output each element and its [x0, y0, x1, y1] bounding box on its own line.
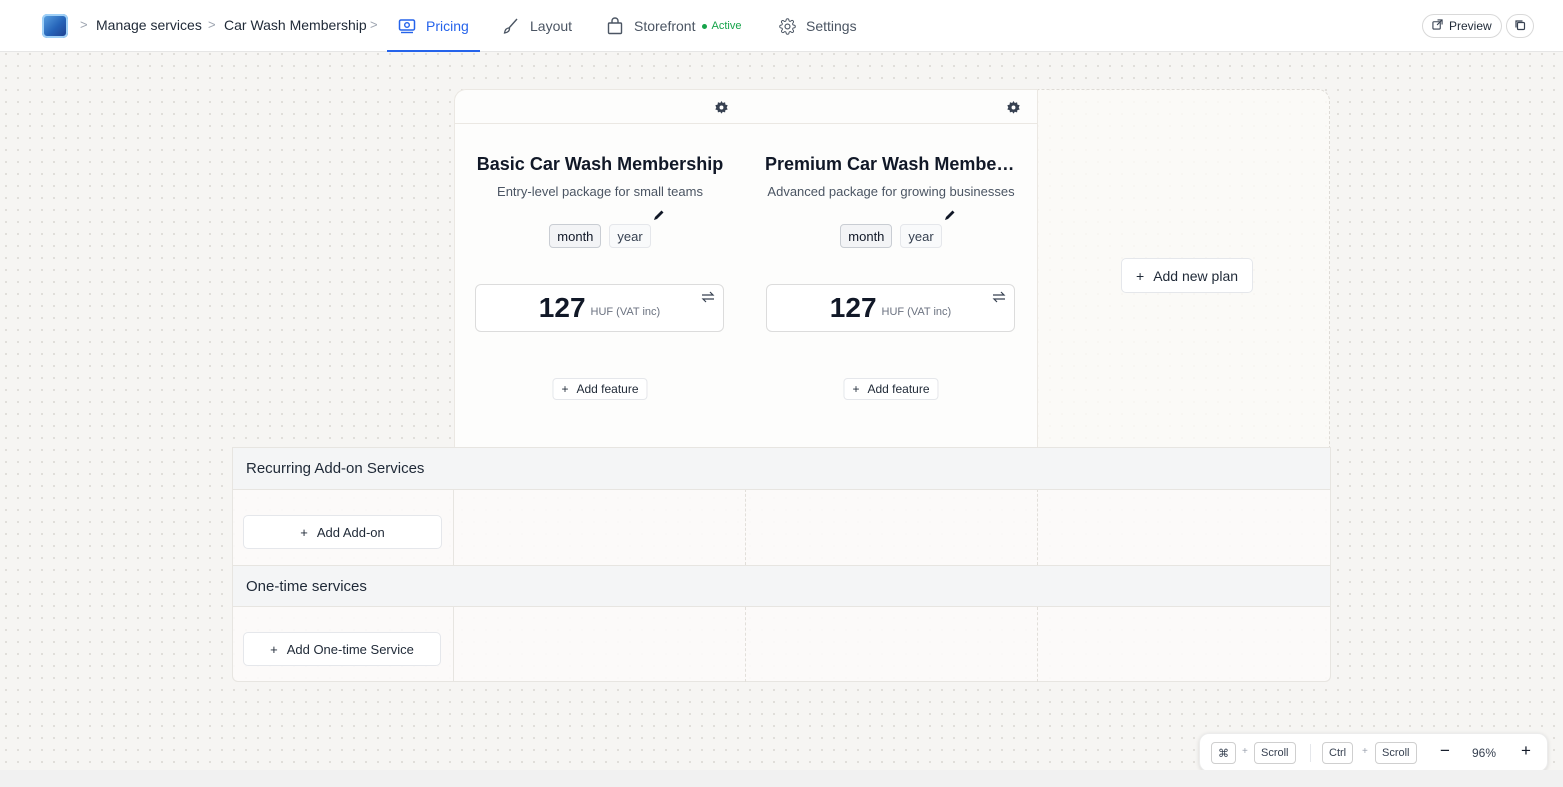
- plan-title[interactable]: Premium Car Wash Member...: [745, 154, 1037, 175]
- breadcrumb-manage-services[interactable]: Manage services: [96, 17, 202, 33]
- key-plus: +: [1362, 746, 1368, 757]
- add-feature-button[interactable]: + Add feature: [843, 378, 939, 400]
- bag-icon: [606, 17, 624, 35]
- price-value: 127: [538, 292, 586, 323]
- breadcrumb-chevron-icon: >: [208, 17, 216, 32]
- add-one-time-service-label: Add One-time Service: [286, 641, 414, 657]
- section-title: One-time services: [246, 577, 367, 595]
- edit-pencil-icon[interactable]: [944, 208, 956, 220]
- tab-label: Storefront: [634, 18, 696, 34]
- edit-pencil-icon[interactable]: [653, 208, 665, 220]
- preview-label: Preview: [1449, 19, 1492, 33]
- key-plus: +: [1242, 746, 1248, 757]
- price-unit: HUF (VAT inc): [881, 306, 952, 318]
- tab-pricing[interactable]: Pricing: [387, 0, 480, 52]
- period-month-option[interactable]: month: [840, 224, 893, 248]
- preview-button[interactable]: Preview: [1422, 14, 1502, 38]
- tab-storefront[interactable]: Storefront Active: [606, 0, 741, 52]
- breadcrumb-car-wash-membership[interactable]: Car Wash Membership: [224, 17, 367, 33]
- plus-icon: +: [270, 641, 278, 657]
- plan-settings-gear-icon[interactable]: [1005, 99, 1021, 115]
- plus-icon: +: [561, 382, 569, 396]
- scroll-key: Scroll: [1254, 742, 1296, 764]
- add-new-plan-label: Add new plan: [1153, 267, 1239, 284]
- zoom-in-button[interactable]: +: [1517, 741, 1535, 761]
- billing-period-toggle: month year: [455, 224, 745, 248]
- plan-title[interactable]: Basic Car Wash Membership: [455, 154, 745, 175]
- tab-label: Settings: [806, 18, 857, 34]
- price-value: 127: [829, 292, 877, 323]
- section-header-one-time-services: One-time services: [233, 565, 1330, 607]
- plan-settings-gear-icon[interactable]: [713, 99, 729, 115]
- price-box[interactable]: 127 HUF (VAT inc): [766, 284, 1015, 332]
- column-divider: [1037, 607, 1038, 682]
- copy-link-button[interactable]: [1506, 14, 1534, 38]
- period-year-option[interactable]: year: [900, 224, 942, 248]
- billing-period-toggle: month year: [745, 224, 1037, 248]
- plus-icon: +: [300, 524, 308, 540]
- add-one-time-service-button[interactable]: + Add One-time Service: [243, 632, 441, 666]
- status-badge: Active: [702, 20, 741, 32]
- cmd-key: ⌘: [1211, 742, 1236, 764]
- tab-settings[interactable]: Settings: [778, 0, 857, 52]
- zoom-level: 96%: [1472, 746, 1497, 760]
- swap-icon[interactable]: [992, 290, 1006, 303]
- external-link-icon: [1432, 19, 1443, 33]
- section-title: Recurring Add-on Services: [246, 460, 425, 477]
- price-box[interactable]: 127 HUF (VAT inc): [475, 284, 724, 332]
- plan-card: Basic Car Wash Membership Entry-level pa…: [454, 89, 746, 447]
- zoom-out-button[interactable]: −: [1436, 741, 1454, 761]
- add-new-plan-button[interactable]: + Add new plan: [1121, 258, 1254, 293]
- pricing-icon: [398, 17, 416, 35]
- tab-label: Pricing: [426, 18, 469, 34]
- plan-description[interactable]: Advanced package for growing businesses: [745, 184, 1037, 199]
- swap-icon[interactable]: [701, 290, 715, 303]
- ctrl-key: Ctrl: [1322, 742, 1354, 764]
- period-month-option[interactable]: month: [549, 224, 602, 248]
- brush-icon: [502, 17, 520, 35]
- tab-layout[interactable]: Layout: [502, 0, 572, 52]
- column-divider: [1037, 489, 1038, 565]
- add-feature-button[interactable]: + Add feature: [552, 378, 648, 400]
- plan-card-header: [455, 90, 745, 124]
- breadcrumb-chevron-icon: >: [80, 17, 88, 32]
- tab-label: Layout: [530, 18, 573, 34]
- column-divider: [745, 607, 746, 682]
- copy-icon: [1514, 19, 1526, 34]
- zoom-panel: ⌘ + Scroll Ctrl + Scroll − 96% +: [1199, 733, 1548, 772]
- top-bar: > Manage services > Car Wash Membership …: [0, 0, 1563, 52]
- column-divider: [453, 607, 454, 682]
- divider: [1310, 744, 1311, 762]
- breadcrumb-chevron-icon: >: [370, 17, 378, 32]
- section-header-recurring-addons: Recurring Add-on Services: [233, 448, 1330, 490]
- app-logo[interactable]: [42, 14, 68, 38]
- bottom-strip: [0, 770, 1563, 787]
- period-year-option[interactable]: year: [609, 224, 651, 248]
- price-unit: HUF (VAT inc): [590, 306, 661, 318]
- plan-card-header: [745, 90, 1037, 124]
- plan-description[interactable]: Entry-level package for small teams: [455, 184, 745, 199]
- column-divider: [745, 489, 746, 565]
- plan-card: Premium Car Wash Member... Advanced pack…: [745, 89, 1038, 447]
- scroll-key: Scroll: [1375, 742, 1417, 764]
- plus-icon: +: [852, 382, 860, 396]
- add-addon-button[interactable]: + Add Add-on: [243, 515, 442, 549]
- plus-icon: +: [1136, 267, 1145, 284]
- column-divider: [453, 489, 454, 565]
- add-addon-label: Add Add-on: [316, 524, 385, 540]
- gear-icon: [778, 17, 796, 35]
- add-feature-label: Add feature: [867, 382, 930, 396]
- add-feature-label: Add feature: [576, 382, 639, 396]
